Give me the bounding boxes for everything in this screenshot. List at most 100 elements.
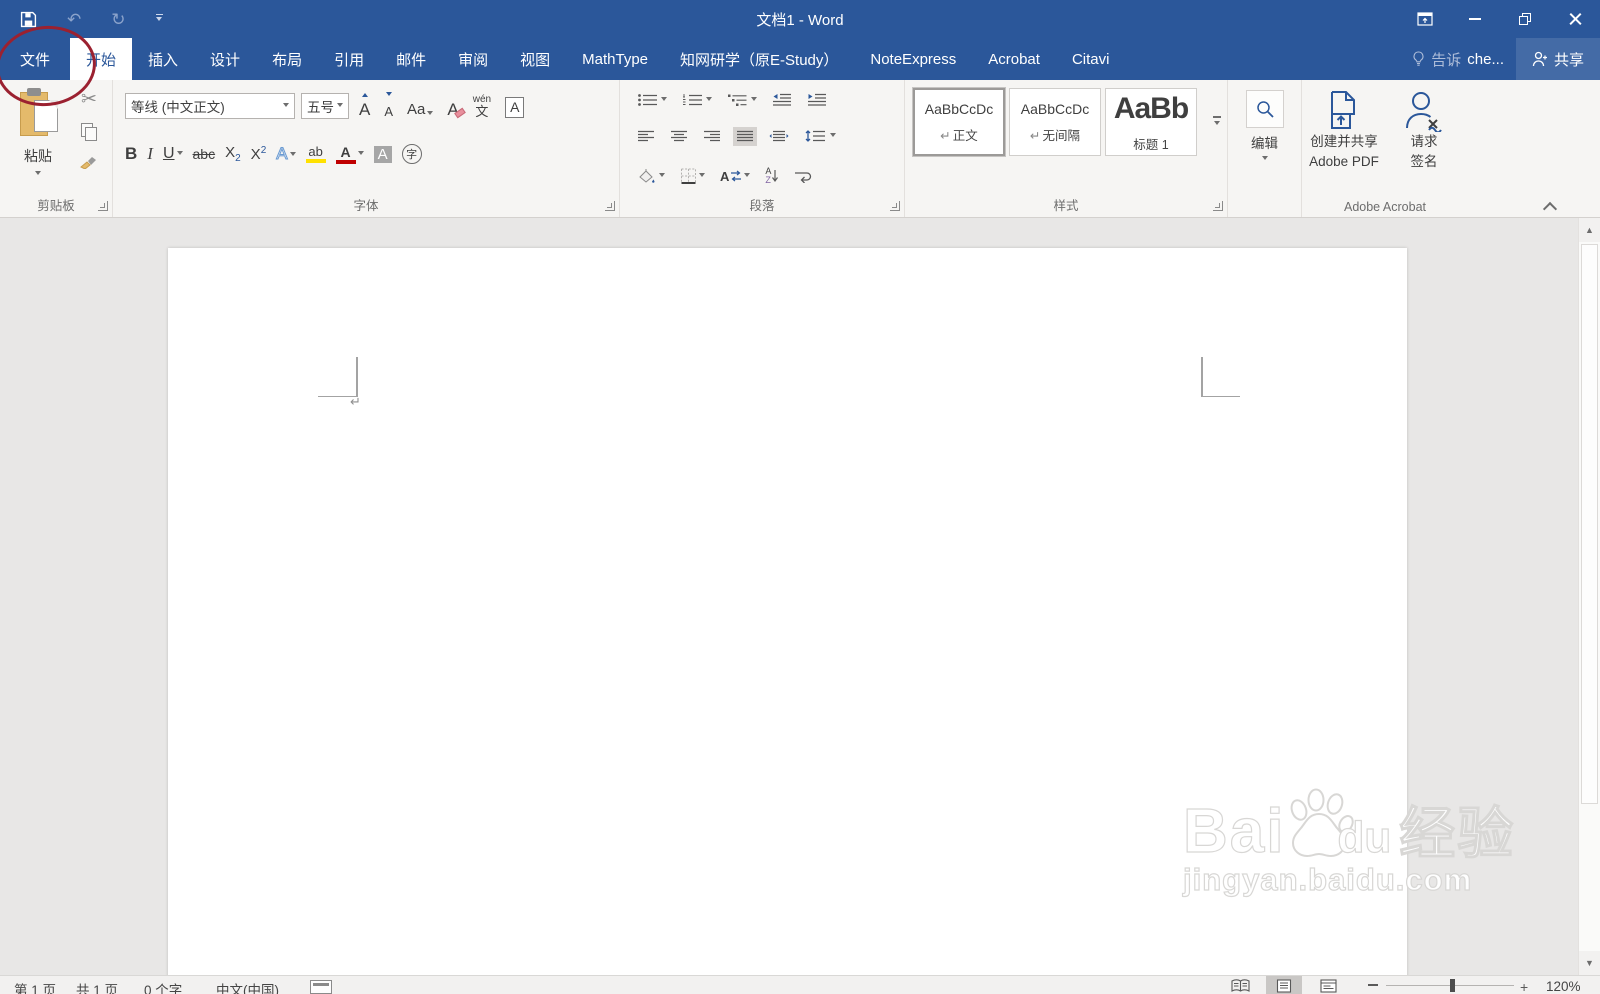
numbering-icon[interactable]	[679, 90, 715, 110]
status-language[interactable]: 中文(中国)	[216, 979, 279, 994]
distribute-icon[interactable]	[766, 127, 792, 146]
input-method-icon[interactable]	[310, 980, 332, 994]
increase-indent-icon[interactable]	[804, 90, 830, 110]
align-center-icon[interactable]	[667, 127, 691, 146]
multilevel-list-icon[interactable]	[724, 90, 760, 110]
style-heading-1[interactable]: AaBb 标题 1	[1105, 88, 1197, 156]
superscript-button[interactable]: X2	[251, 145, 267, 163]
tab-design[interactable]: 设计	[194, 38, 256, 80]
tab-layout[interactable]: 布局	[256, 38, 318, 80]
tab-review[interactable]: 审阅	[442, 38, 504, 80]
tab-citavi[interactable]: Citavi	[1056, 38, 1126, 80]
vertical-scrollbar[interactable]: ▲ ▼	[1578, 218, 1600, 975]
underline-button[interactable]: U	[163, 145, 183, 163]
document-page[interactable]	[168, 248, 1407, 975]
font-dialog-launcher[interactable]	[605, 201, 615, 211]
bold-button[interactable]: B	[125, 144, 137, 164]
grow-font-button[interactable]: A	[355, 92, 374, 120]
zoom-percentage[interactable]: 120%	[1546, 979, 1581, 994]
shading-icon[interactable]	[634, 165, 668, 187]
request-signatures-button[interactable]: 请求 签名	[1388, 90, 1460, 173]
tab-noteexpress[interactable]: NoteExpress	[854, 38, 972, 80]
borders-icon[interactable]	[677, 165, 708, 187]
print-layout-icon[interactable]	[1266, 976, 1302, 994]
styles-dialog-launcher[interactable]	[1213, 201, 1223, 211]
paste-dropdown-caret[interactable]	[35, 171, 41, 178]
shrink-font-button[interactable]: A	[380, 92, 397, 120]
collapse-ribbon-icon[interactable]	[1544, 203, 1556, 211]
font-group: 等线 (中文正文) 五号 A A Aa A wén 文 A B I U abc X…	[113, 80, 620, 217]
strikethrough-button[interactable]: abc	[193, 146, 216, 162]
tab-mathtype[interactable]: MathType	[566, 38, 664, 80]
status-word-count[interactable]: 0 个字	[144, 979, 182, 994]
zoom-slider-thumb[interactable]	[1450, 979, 1455, 992]
status-bar: 第 1 页 共 1 页 0 个字 中文(中国) + 120%	[0, 975, 1600, 994]
paste-button[interactable]: 粘贴	[10, 88, 66, 198]
font-name-combo[interactable]: 等线 (中文正文)	[125, 93, 295, 119]
paragraph-dialog-launcher[interactable]	[890, 201, 900, 211]
tab-insert[interactable]: 插入	[132, 38, 194, 80]
zoom-out-icon[interactable]	[1368, 984, 1378, 986]
character-border-button[interactable]: A	[501, 92, 528, 120]
line-spacing-icon[interactable]	[801, 126, 839, 146]
undo-icon[interactable]: ↶	[67, 11, 81, 28]
show-hide-marks-icon[interactable]	[791, 166, 815, 186]
justify-icon[interactable]	[733, 126, 757, 146]
margin-mark-top-right-horizontal	[1202, 395, 1240, 397]
create-pdf-icon	[1324, 90, 1364, 132]
styles-more-button[interactable]	[1213, 116, 1221, 128]
bullets-icon[interactable]	[634, 90, 670, 110]
character-shading-button[interactable]: A	[373, 145, 392, 163]
tab-file[interactable]: 文件	[0, 38, 70, 80]
decrease-indent-icon[interactable]	[769, 90, 795, 110]
status-page-number[interactable]: 第 1 页	[14, 979, 56, 994]
status-page-total[interactable]: 共 1 页	[76, 979, 118, 994]
asian-layout-icon[interactable]: A	[717, 166, 753, 187]
close-button[interactable]	[1550, 0, 1600, 38]
create-share-pdf-button[interactable]: 创建并共享 Adobe PDF	[1304, 90, 1384, 173]
restore-button[interactable]	[1500, 0, 1550, 38]
clipboard-dialog-launcher[interactable]	[98, 201, 108, 211]
change-case-button[interactable]: Aa	[403, 92, 437, 120]
cut-icon[interactable]: ✂	[81, 88, 97, 111]
text-effects-button[interactable]: A	[276, 144, 296, 164]
format-painter-icon[interactable]	[79, 153, 99, 169]
phonetic-guide-button[interactable]: wén 文	[469, 92, 495, 120]
tell-me-box[interactable]: 告诉 che...	[1400, 38, 1516, 80]
ribbon-display-options-icon[interactable]	[1400, 0, 1450, 38]
style-no-spacing[interactable]: AaBbCcDc ↵ 无间隔	[1009, 88, 1101, 156]
editing-button[interactable]: 编辑	[1245, 90, 1284, 163]
copy-icon[interactable]	[81, 123, 97, 141]
font-color-button[interactable]: A	[335, 145, 364, 164]
tab-acrobat[interactable]: Acrobat	[972, 38, 1056, 80]
scroll-down-icon[interactable]: ▼	[1579, 951, 1600, 975]
repeat-icon[interactable]: ↻	[111, 11, 125, 28]
minimize-button[interactable]	[1450, 0, 1500, 38]
save-icon[interactable]	[20, 11, 37, 28]
highlight-button[interactable]: ab	[305, 145, 326, 163]
sort-icon[interactable]: AZ	[762, 164, 782, 188]
web-layout-icon[interactable]	[1310, 976, 1346, 994]
share-button[interactable]: 共享	[1515, 38, 1600, 80]
tab-cnki-estudy[interactable]: 知网研学（原E-Study）	[664, 38, 854, 80]
align-right-icon[interactable]	[700, 127, 724, 146]
tab-mailings[interactable]: 邮件	[380, 38, 442, 80]
align-left-icon[interactable]	[634, 127, 658, 146]
tab-view[interactable]: 视图	[504, 38, 566, 80]
style-normal[interactable]: AaBbCcDc ↵ 正文	[913, 88, 1005, 156]
clear-formatting-button[interactable]: A	[443, 92, 466, 120]
italic-button[interactable]: I	[147, 144, 153, 164]
customize-qat-icon[interactable]	[155, 14, 163, 24]
tab-home[interactable]: 开始	[70, 38, 133, 80]
zoom-in-icon[interactable]: +	[1520, 979, 1528, 994]
font-group-label: 字体	[353, 199, 379, 213]
tab-references[interactable]: 引用	[318, 38, 380, 80]
scroll-up-icon[interactable]: ▲	[1579, 218, 1600, 242]
enclose-characters-button[interactable]: 字	[401, 144, 422, 164]
adobe-group-label: Adobe Acrobat	[1343, 200, 1426, 214]
paragraph-group: A AZ 段落	[620, 80, 905, 217]
subscript-button[interactable]: X2	[225, 144, 241, 164]
font-size-combo[interactable]: 五号	[301, 93, 349, 119]
read-mode-icon[interactable]	[1222, 976, 1258, 994]
scrollbar-thumb[interactable]	[1581, 244, 1598, 804]
